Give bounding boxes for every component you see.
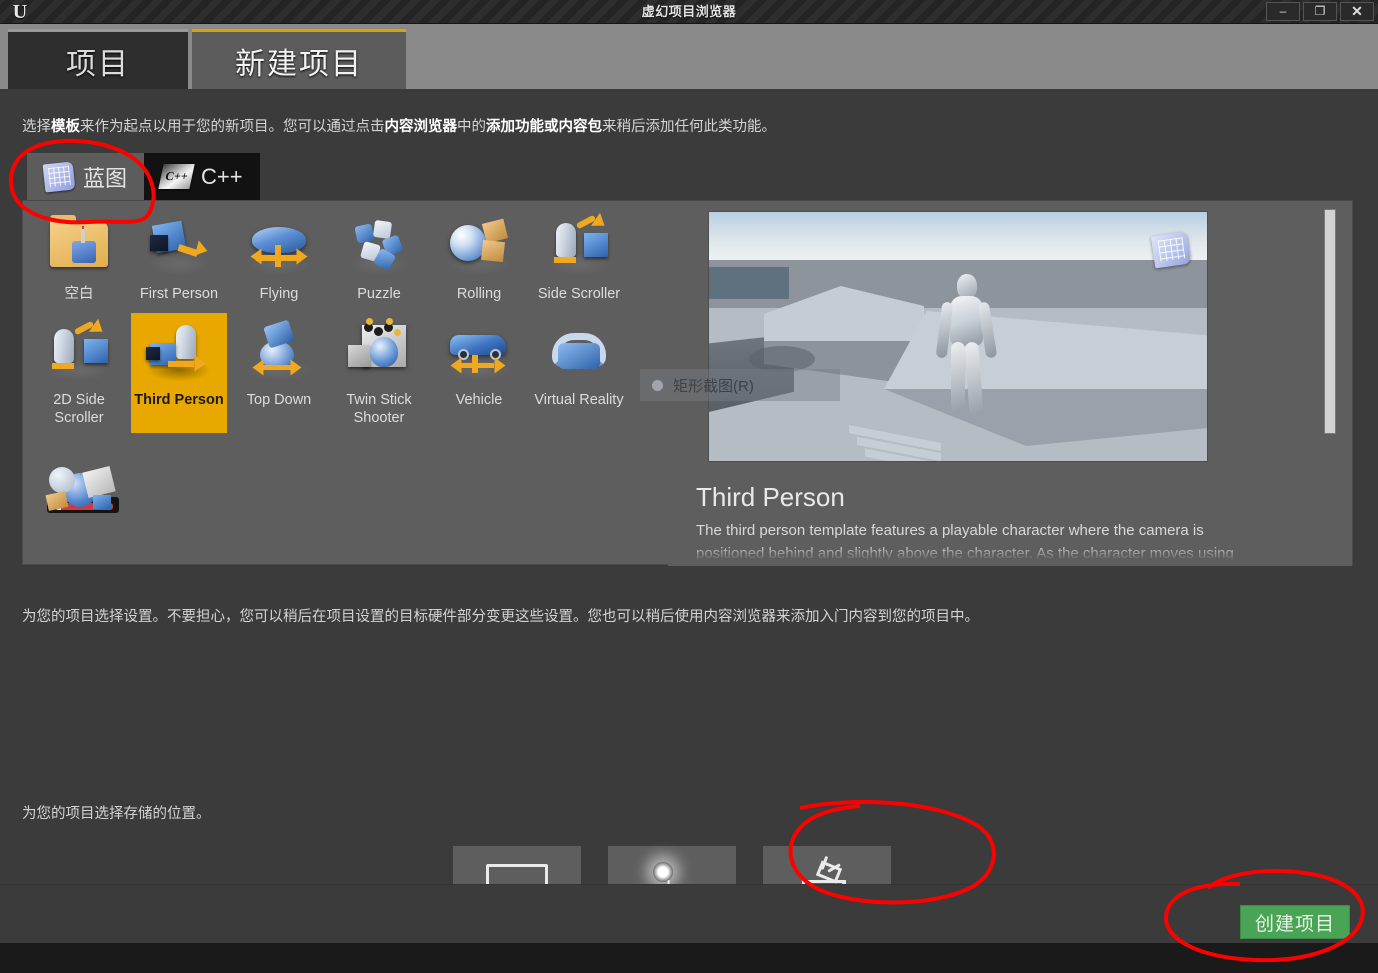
template-label: Flying xyxy=(259,286,299,302)
first-person-icon xyxy=(142,211,216,281)
template-item-side-scroller[interactable]: Side Scroller xyxy=(531,207,627,309)
lang-tab-blueprint[interactable]: 蓝图 xyxy=(27,153,145,200)
desc-seg-6: 来稍后添加任何此类功能。 xyxy=(602,119,776,135)
title-bar: U 虚幻项目浏览器 – ❐ ✕ xyxy=(0,0,1378,24)
template-item-top-down[interactable]: Top Down xyxy=(231,313,327,433)
cpp-icon: C++ xyxy=(158,164,195,189)
location-description: 为您的项目选择存储的位置。 xyxy=(22,806,211,822)
template-label: Puzzle xyxy=(357,286,401,302)
puzzle-icon xyxy=(342,211,416,281)
template-item-blank[interactable]: 空白 xyxy=(31,207,127,309)
template-label: First Person xyxy=(139,286,219,302)
template-label: 空白 xyxy=(64,286,94,302)
capture-tooltip[interactable]: 矩形截图(R) xyxy=(640,369,840,401)
desc-seg-0: 选择 xyxy=(22,119,51,135)
unreal-project-browser-window: U 虚幻项目浏览器 – ❐ ✕ 项目 新建项目 选择模板来作为起点以用于您的新项… xyxy=(0,0,1378,973)
preview-scrollbar[interactable] xyxy=(1322,205,1338,560)
blank-template-icon xyxy=(42,211,116,281)
side-scroller-icon xyxy=(542,211,616,281)
template-item-rolling[interactable]: Rolling xyxy=(431,207,527,309)
window-title: 虚幻项目浏览器 xyxy=(641,4,737,19)
settings-description: 为您的项目选择设置。不要担心，您可以稍后在项目设置的目标硬件部分变更这些设置。您… xyxy=(22,609,979,625)
template-label: Side Scroller xyxy=(537,286,621,302)
close-button[interactable]: ✕ xyxy=(1340,2,1374,21)
tab-projects[interactable]: 项目 xyxy=(8,29,188,89)
template-item-first-person[interactable]: First Person xyxy=(131,207,227,309)
main-tabstrip: 项目 新建项目 xyxy=(0,24,1378,89)
desc-seg-1: 模板 xyxy=(51,119,80,135)
template-grid-partial-row xyxy=(31,463,668,523)
bottom-black-bar xyxy=(0,943,1378,973)
template-item-2d-side-scroller[interactable]: 2D Side Scroller xyxy=(31,313,127,433)
scrollbar-thumb[interactable] xyxy=(1324,209,1336,434)
minimize-button[interactable]: – xyxy=(1266,2,1300,21)
virtual-reality-icon xyxy=(542,317,616,387)
template-item-twin-stick-shooter[interactable]: Twin Stick Shooter xyxy=(331,313,427,433)
template-item-third-person[interactable]: Third Person xyxy=(131,313,227,433)
tab-new-project[interactable]: 新建项目 xyxy=(192,29,406,89)
template-label: Vehicle xyxy=(455,392,503,408)
maximize-button[interactable]: ❐ xyxy=(1303,2,1337,21)
template-grid-wrapper: 空白 First Person Flying Puzzle Rolling Si… xyxy=(23,201,668,566)
preview-screenshot xyxy=(708,211,1208,462)
template-label: 2D Side Scroller xyxy=(53,392,105,426)
desc-seg-5: 添加功能或内容包 xyxy=(486,119,602,135)
lang-tab-blueprint-label: 蓝图 xyxy=(83,165,128,191)
flying-icon xyxy=(242,211,316,281)
template-item-vehicle[interactable]: Vehicle xyxy=(431,313,527,433)
preview-blueprint-badge-icon xyxy=(1150,231,1192,269)
template-grid: 空白 First Person Flying Puzzle Rolling Si… xyxy=(23,207,631,433)
preview-description-fade xyxy=(690,545,1270,563)
partial-template-icon[interactable] xyxy=(45,465,125,523)
template-label: Twin Stick Shooter xyxy=(346,392,412,426)
template-label: Rolling xyxy=(456,286,502,302)
2d-side-scroller-icon xyxy=(42,317,116,387)
capture-bullet-icon xyxy=(652,379,663,391)
desc-seg-4: 中的 xyxy=(457,119,486,135)
lang-tab-cpp-label: C++ xyxy=(201,163,243,189)
window-controls: – ❐ ✕ xyxy=(1266,2,1374,21)
third-person-icon xyxy=(142,317,216,387)
preview-mannequin xyxy=(935,274,998,422)
template-item-flying[interactable]: Flying xyxy=(231,207,327,309)
template-item-puzzle[interactable]: Puzzle xyxy=(331,207,427,309)
create-project-button[interactable]: 创建项目 xyxy=(1240,905,1350,939)
template-description: 选择模板来作为起点以用于您的新项目。您可以通过点击内容浏览器中的添加功能或内容包… xyxy=(22,115,776,136)
top-down-icon xyxy=(242,317,316,387)
page-body: 选择模板来作为起点以用于您的新项目。您可以通过点击内容浏览器中的添加功能或内容包… xyxy=(0,89,1378,973)
vehicle-icon xyxy=(442,317,516,387)
lang-tab-cpp[interactable]: C++ C++ xyxy=(144,153,260,200)
desc-seg-2: 来作为起点以用于您的新项目。您可以通过点击 xyxy=(80,119,385,135)
language-tabs: 蓝图 C++ C++ xyxy=(27,153,260,200)
capture-tooltip-label: 矩形截图(R) xyxy=(673,377,754,395)
twin-stick-shooter-icon xyxy=(342,317,416,387)
blueprint-icon xyxy=(42,161,76,192)
template-item-virtual-reality[interactable]: Virtual Reality xyxy=(531,313,627,433)
desc-seg-3: 内容浏览器 xyxy=(384,119,458,135)
rolling-icon xyxy=(442,211,516,281)
template-label: Virtual Reality xyxy=(534,392,624,408)
template-label: Top Down xyxy=(246,392,312,408)
preview-title: Third Person xyxy=(696,482,845,512)
template-label: Third Person xyxy=(134,392,224,408)
